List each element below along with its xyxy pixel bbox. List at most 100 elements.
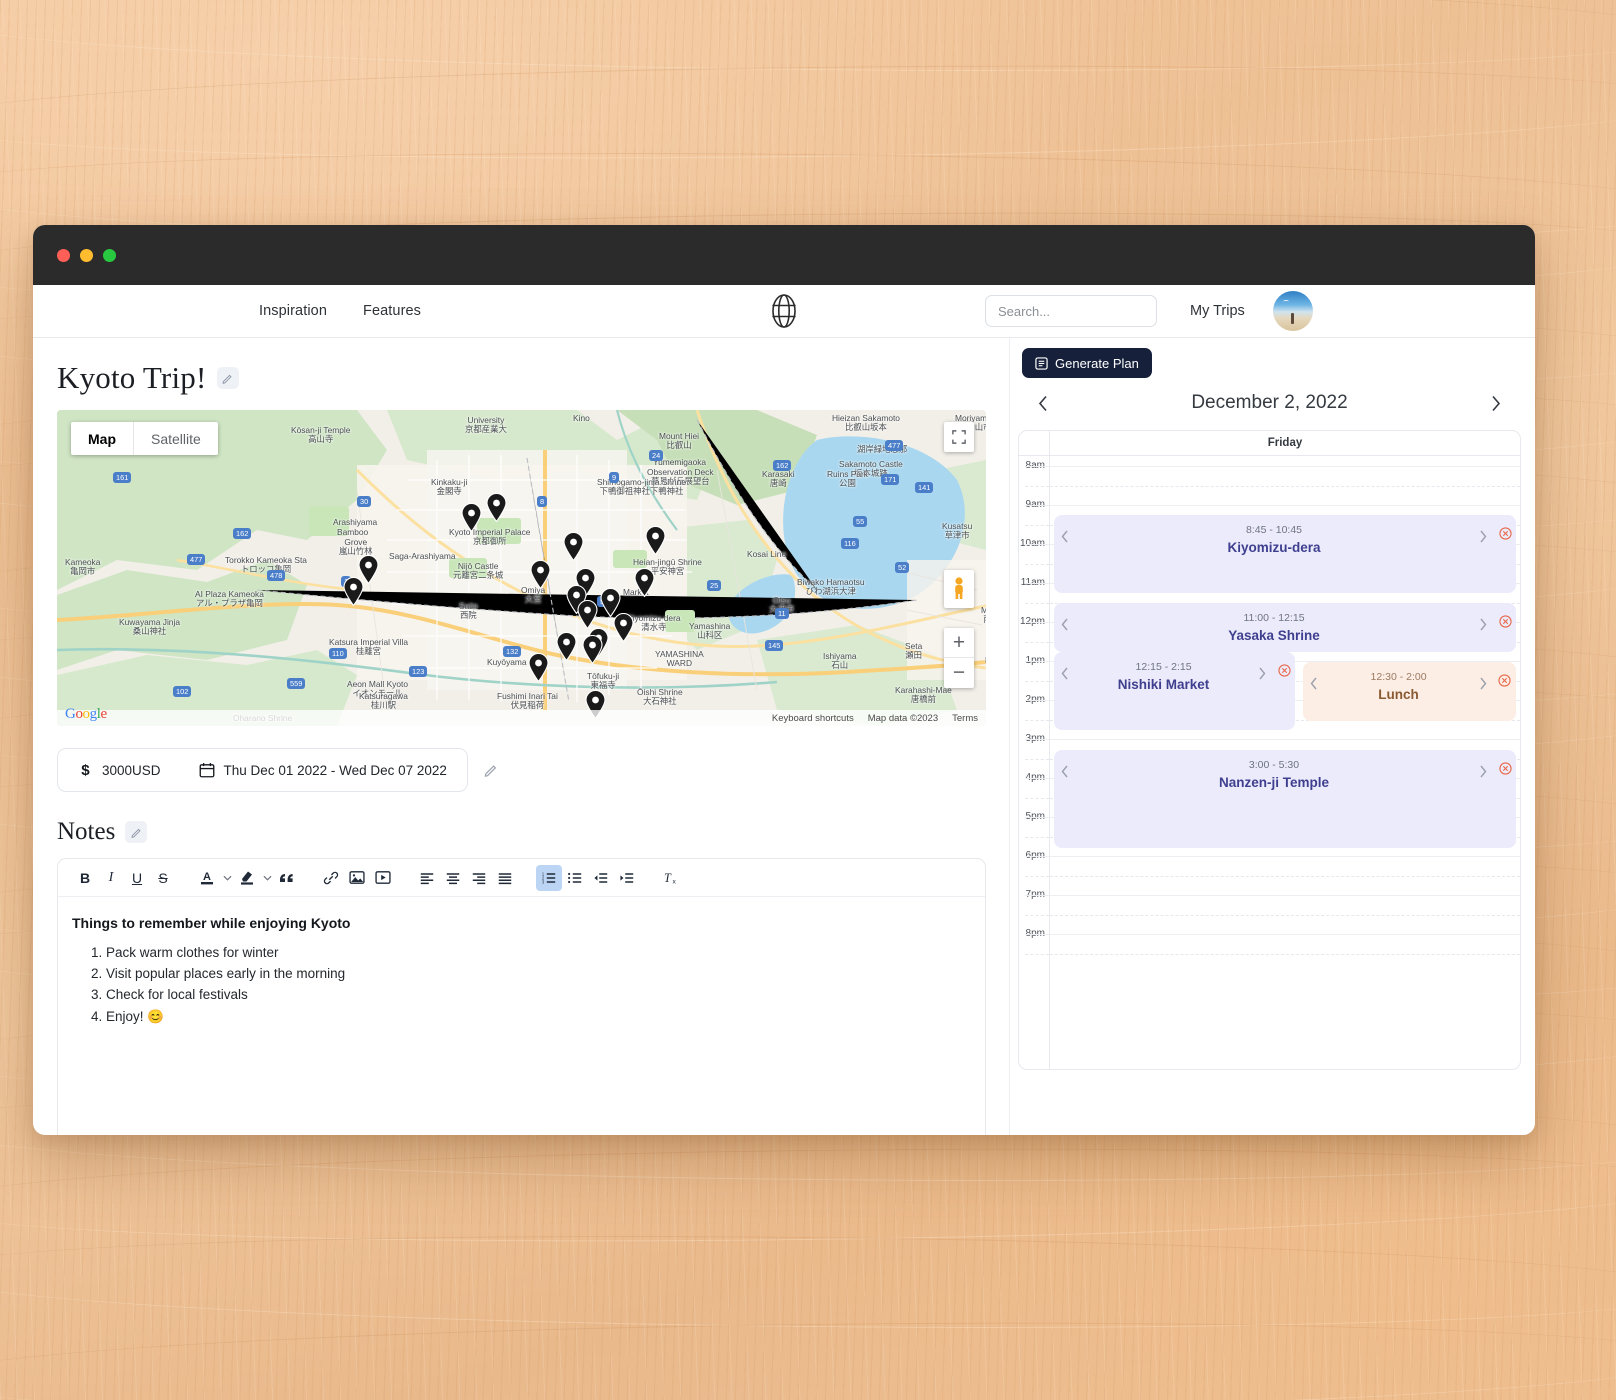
calendar-event[interactable]: 11:00 - 12:15 Yasaka Shrine bbox=[1054, 603, 1516, 652]
calendar-prev-day-button[interactable] bbox=[1030, 390, 1056, 416]
align-right-button[interactable] bbox=[466, 865, 492, 891]
top-navigation-bar: Inspiration Features My Trips bbox=[33, 285, 1535, 338]
align-center-button[interactable] bbox=[440, 865, 466, 891]
chevron-right-icon bbox=[1480, 530, 1487, 543]
calendar-current-date: December 2, 2022 bbox=[1191, 392, 1348, 413]
map-location-pin[interactable] bbox=[556, 631, 577, 666]
event-info: 3:00 - 5:30 Nanzen-ji Temple bbox=[1076, 759, 1472, 790]
calendar-hour-row[interactable] bbox=[1050, 934, 1520, 973]
unordered-list-button[interactable] bbox=[562, 865, 588, 891]
map-location-pin[interactable] bbox=[582, 634, 603, 669]
search-input[interactable] bbox=[998, 303, 1144, 319]
map-terms-link[interactable]: Terms bbox=[952, 713, 978, 724]
generate-plan-button[interactable]: Generate Plan bbox=[1022, 348, 1152, 378]
event-prev-button[interactable] bbox=[1303, 671, 1325, 690]
notes-editor[interactable]: B I U S A 1 2 3 T x Things to remember w… bbox=[57, 858, 986, 1135]
map-zoom-out-button[interactable]: − bbox=[944, 658, 974, 688]
bold-button[interactable]: B bbox=[72, 865, 98, 891]
clear-formatting-button[interactable]: T x bbox=[658, 865, 684, 891]
calendar-event[interactable]: 12:30 - 2:00 Lunch bbox=[1303, 662, 1516, 721]
event-remove-button[interactable] bbox=[1273, 661, 1295, 677]
insert-link-button[interactable] bbox=[318, 865, 344, 891]
event-next-button[interactable] bbox=[1472, 612, 1494, 631]
highlight-color-button[interactable] bbox=[234, 865, 260, 891]
globe-logo-icon[interactable] bbox=[771, 294, 797, 328]
event-prev-button[interactable] bbox=[1054, 524, 1076, 543]
strikethrough-button[interactable]: S bbox=[150, 865, 176, 891]
underline-button[interactable]: U bbox=[124, 865, 150, 891]
event-prev-button[interactable] bbox=[1054, 612, 1076, 631]
user-avatar[interactable] bbox=[1273, 291, 1313, 331]
align-justify-button[interactable] bbox=[492, 865, 518, 891]
map-location-pin[interactable] bbox=[645, 525, 666, 560]
edit-trip-title-button[interactable] bbox=[216, 367, 239, 389]
event-next-button[interactable] bbox=[1472, 671, 1494, 690]
edit-notes-button[interactable] bbox=[125, 821, 148, 843]
edit-trip-meta-button[interactable] bbox=[480, 759, 502, 781]
calendar-hour-row[interactable] bbox=[1050, 856, 1520, 895]
search-box[interactable] bbox=[985, 295, 1157, 327]
insert-image-button[interactable] bbox=[344, 865, 370, 891]
map-zoom-controls[interactable]: + − bbox=[944, 628, 974, 688]
event-remove-button[interactable] bbox=[1494, 759, 1516, 775]
map-location-pin[interactable] bbox=[563, 531, 584, 566]
ordered-list-button[interactable]: 1 2 3 bbox=[536, 864, 562, 891]
blockquote-button[interactable] bbox=[274, 865, 300, 891]
event-next-button[interactable] bbox=[1251, 661, 1273, 680]
hour-line bbox=[1050, 895, 1520, 896]
event-prev-button[interactable] bbox=[1054, 661, 1076, 680]
event-next-button[interactable] bbox=[1472, 759, 1494, 778]
nav-my-trips[interactable]: My Trips bbox=[1190, 303, 1245, 319]
calendar-hour-row[interactable] bbox=[1050, 895, 1520, 934]
street-view-pegman-button[interactable] bbox=[944, 570, 974, 608]
event-remove-button[interactable] bbox=[1494, 612, 1516, 628]
insert-video-button[interactable] bbox=[370, 865, 396, 891]
gutter-half-hour-line bbox=[1025, 875, 1049, 877]
text-color-button[interactable]: A bbox=[194, 865, 220, 891]
calendar-body[interactable]: 8am 9am 10am 11am 12pm 1pm 2pm 3pm 4pm 5pm 6pm 7pm 8… bbox=[1019, 456, 1520, 1069]
map-zoom-in-button[interactable]: + bbox=[944, 628, 974, 658]
map-place-label: Grove 嵐山竹林 bbox=[339, 537, 373, 556]
calendar-next-day-button[interactable] bbox=[1483, 390, 1509, 416]
street-view-pegman-icon bbox=[955, 577, 963, 599]
italic-button[interactable]: I bbox=[98, 865, 124, 891]
calendar-hour-row[interactable] bbox=[1050, 466, 1520, 505]
trip-map[interactable]: University 京都産業大 Kino Mount Hiei 比叡山 Hieizan … bbox=[57, 410, 986, 726]
event-next-button[interactable] bbox=[1472, 524, 1494, 543]
map-canvas[interactable] bbox=[57, 410, 986, 726]
outdent-button[interactable] bbox=[588, 865, 614, 891]
map-fullscreen-button[interactable] bbox=[944, 422, 974, 452]
calendar-grid[interactable]: 8:45 - 10:45 Kiyomizu-dera 11:00 - 12:15 Ya… bbox=[1050, 456, 1520, 1069]
map-location-pin[interactable] bbox=[530, 559, 551, 594]
map-type-switcher[interactable]: Map Satellite bbox=[71, 422, 218, 455]
map-label-text: Arashiyama bbox=[333, 517, 378, 527]
map-location-pin[interactable] bbox=[528, 652, 549, 687]
map-type-satellite[interactable]: Satellite bbox=[134, 422, 218, 455]
nav-inspiration[interactable]: Inspiration bbox=[259, 303, 327, 319]
map-location-pin[interactable] bbox=[486, 492, 507, 527]
map-label-text-jp: Univer bbox=[985, 664, 987, 674]
event-remove-button[interactable] bbox=[1494, 671, 1516, 687]
map-type-map[interactable]: Map bbox=[71, 422, 133, 455]
calendar-event[interactable]: 3:00 - 5:30 Nanzen-ji Temple bbox=[1054, 750, 1516, 848]
map-location-pin[interactable] bbox=[613, 612, 634, 647]
notes-content[interactable]: Things to remember while enjoying Kyoto … bbox=[58, 897, 985, 1047]
window-close-button[interactable] bbox=[57, 248, 70, 262]
text-color-dropdown[interactable] bbox=[220, 875, 234, 881]
event-time: 12:15 - 2:15 bbox=[1135, 661, 1192, 673]
map-place-label: Kino bbox=[573, 413, 590, 423]
window-maximize-button[interactable] bbox=[103, 248, 116, 262]
map-location-pin[interactable] bbox=[461, 502, 482, 537]
map-location-pin[interactable] bbox=[343, 576, 364, 611]
align-left-button[interactable] bbox=[414, 865, 440, 891]
nav-features[interactable]: Features bbox=[363, 303, 421, 319]
calendar-event[interactable]: 8:45 - 10:45 Kiyomizu-dera bbox=[1054, 515, 1516, 593]
highlight-color-dropdown[interactable] bbox=[260, 875, 274, 881]
event-remove-button[interactable] bbox=[1494, 524, 1516, 540]
event-prev-button[interactable] bbox=[1054, 759, 1076, 778]
map-location-pin[interactable] bbox=[634, 567, 655, 602]
map-keyboard-shortcuts-link[interactable]: Keyboard shortcuts bbox=[772, 713, 854, 724]
window-minimize-button[interactable] bbox=[80, 248, 93, 262]
calendar-event[interactable]: 12:15 - 2:15 Nishiki Market bbox=[1054, 652, 1296, 730]
indent-button[interactable] bbox=[614, 865, 640, 891]
